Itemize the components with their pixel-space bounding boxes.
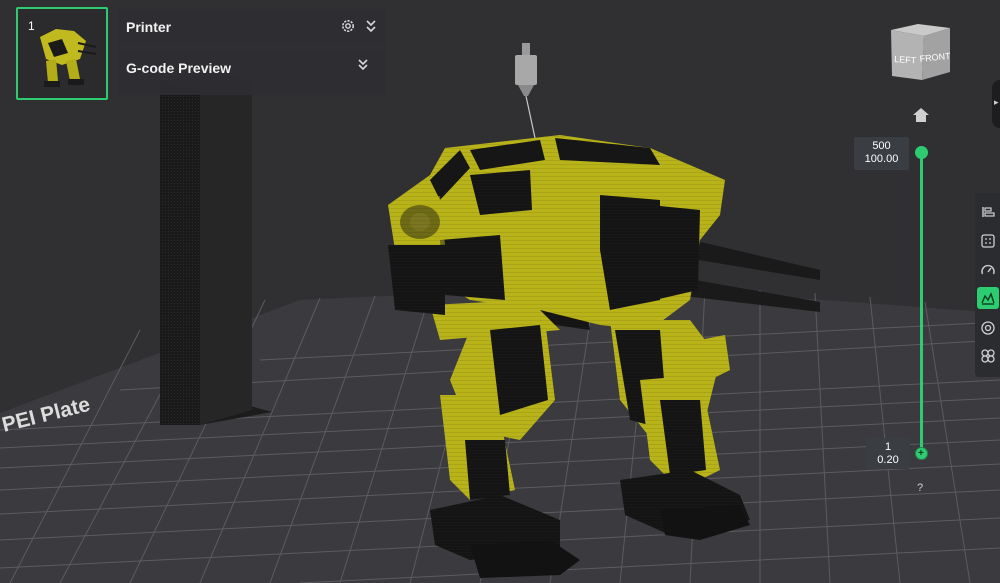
settings-gear-icon[interactable] <box>339 17 357 35</box>
collapse-chevron-icon[interactable] <box>363 17 379 35</box>
layer-slider-bottom-label: 1 0.20 <box>866 438 910 469</box>
home-icon[interactable] <box>911 106 931 124</box>
toolbar-preview-icon[interactable] <box>977 287 999 309</box>
bottom-layer-number: 1 <box>884 441 892 453</box>
layer-slider-top-handle[interactable] <box>915 146 928 159</box>
layer-slider-bottom-handle[interactable]: + <box>915 447 928 460</box>
plate-thumbnail[interactable]: 1 <box>16 7 108 100</box>
printer-panel-title: Printer <box>126 19 172 35</box>
preview-toolbar <box>975 193 1000 377</box>
view-cube[interactable]: LEFT FRONT <box>886 22 956 84</box>
layer-slider-track <box>920 151 923 455</box>
view-cube-left-face: LEFT <box>894 54 917 66</box>
toolbar-grid-icon[interactable] <box>977 230 999 252</box>
sidebar-collapse-tab[interactable]: ▸ <box>992 80 1000 128</box>
toolbar-assembly-icon[interactable] <box>977 345 999 367</box>
gcode-preview-title: G-code Preview <box>126 60 232 76</box>
layer-slider-help[interactable]: ? <box>917 482 923 494</box>
plate-thumbnail-image <box>40 29 97 87</box>
expand-chevron-icon[interactable] <box>355 57 371 73</box>
bottom-layer-height: 0.20 <box>877 454 899 466</box>
top-layer-height: 100.00 <box>864 153 899 165</box>
toolbar-speed-icon[interactable] <box>977 259 999 281</box>
layer-slider[interactable]: + <box>915 146 928 460</box>
toolbar-target-icon[interactable] <box>977 317 999 339</box>
layer-slider-top-label: 500 100.00 <box>854 137 909 170</box>
toolbar-layers-icon[interactable] <box>977 200 999 222</box>
printer-panel: Printer <box>118 9 386 45</box>
top-layer-number: 500 <box>872 140 891 152</box>
gcode-preview-panel: G-code Preview <box>118 49 386 95</box>
